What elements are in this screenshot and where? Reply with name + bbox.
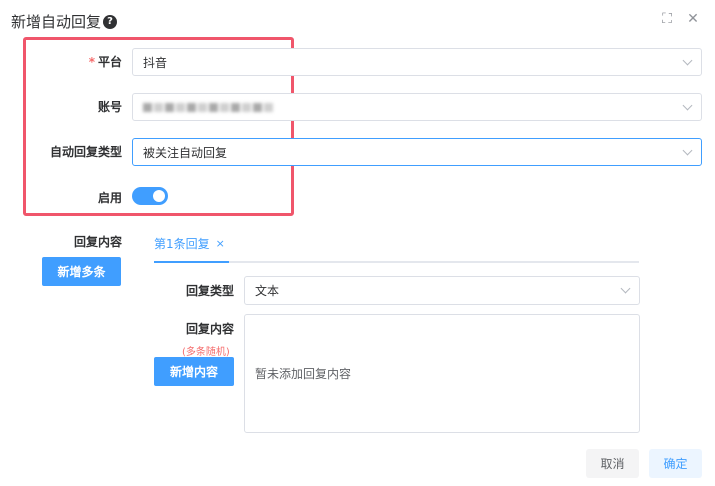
close-icon[interactable]: ✕: [686, 11, 700, 27]
account-label: 账号: [97, 100, 122, 114]
required-mark: *: [88, 55, 95, 69]
dialog-title-text: 新增自动回复: [11, 13, 102, 31]
enabled-switch[interactable]: [132, 187, 168, 205]
reply-type-value: 被关注自动回复: [143, 145, 228, 160]
reply-tabs: 第1条回复 ×: [154, 229, 639, 263]
random-note: (多条随机): [182, 347, 230, 358]
add-content-button[interactable]: 新增内容: [154, 357, 234, 386]
switch-knob: [153, 190, 165, 202]
tab-reply-1[interactable]: 第1条回复 ×: [154, 235, 225, 252]
content-type-select[interactable]: 文本: [244, 276, 640, 305]
platform-select[interactable]: 抖音: [132, 48, 702, 76]
tab-active-indicator: [154, 261, 229, 263]
add-multiple-button[interactable]: 新增多条: [42, 257, 121, 286]
content-label: 回复内容: [185, 322, 234, 336]
platform-value: 抖音: [143, 55, 168, 70]
chevron-down-icon: [682, 145, 693, 156]
chevron-down-icon: [620, 283, 631, 294]
tab-close-icon[interactable]: ×: [216, 237, 225, 250]
platform-label: * 平台: [88, 55, 122, 69]
content-type-label: 回复类型: [185, 284, 234, 298]
empty-content-text: 暂未添加回复内容: [255, 367, 352, 381]
account-value-blurred: [143, 102, 273, 112]
chevron-down-icon: [682, 55, 693, 66]
chevron-down-icon: [682, 100, 693, 111]
reply-content-label: 回复内容: [73, 235, 122, 249]
tab-label: 第1条回复: [154, 237, 210, 251]
enabled-label: 启用: [97, 191, 122, 205]
reply-type-label: 自动回复类型: [49, 145, 122, 159]
dialog-title: 新增自动回复 ?: [11, 11, 118, 32]
confirm-button[interactable]: 确定: [649, 449, 702, 478]
account-select[interactable]: [132, 93, 702, 121]
help-icon[interactable]: ?: [103, 14, 118, 29]
cancel-button[interactable]: 取消: [586, 449, 639, 478]
header-tools: ⛶ ✕: [660, 11, 700, 27]
content-type-value: 文本: [255, 284, 280, 298]
fullscreen-icon[interactable]: ⛶: [660, 11, 674, 27]
reply-type-select[interactable]: 被关注自动回复: [132, 138, 702, 166]
